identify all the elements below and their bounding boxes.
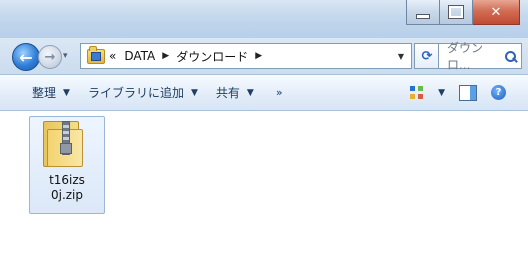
file-name: t16izs 0j.zip bbox=[30, 173, 104, 203]
maximize-button[interactable] bbox=[440, 0, 473, 25]
address-overflow-prefix[interactable]: « bbox=[109, 49, 116, 63]
file-name-line-1: t16izs bbox=[49, 173, 85, 187]
file-item[interactable]: t16izs 0j.zip bbox=[29, 116, 105, 214]
explorer-window: ✕ ← → ▾ « DATA ▶ ダウンロード ▶ ▼ ⟳ ダウンロ... 整理… bbox=[0, 0, 528, 253]
address-bar[interactable]: « DATA ▶ ダウンロード ▶ ▼ bbox=[80, 43, 412, 69]
view-options-dropdown-icon[interactable]: ▼ bbox=[438, 88, 445, 98]
help-icon[interactable]: ? bbox=[491, 85, 506, 100]
command-bar: 整理 ▼ ライブラリに追加 ▼ 共有 ▼ » ▼ ? bbox=[0, 75, 528, 111]
search-placeholder: ダウンロ... bbox=[447, 41, 484, 72]
chevron-down-icon: ▼ bbox=[63, 87, 70, 98]
breadcrumb-downloads[interactable]: ダウンロード bbox=[176, 48, 248, 65]
file-name-line-2: 0j.zip bbox=[50, 188, 84, 202]
refresh-button[interactable]: ⟳ bbox=[414, 43, 440, 69]
preview-pane-icon[interactable] bbox=[459, 84, 477, 101]
refresh-icon: ⟳ bbox=[421, 48, 433, 64]
search-box[interactable]: ダウンロ... bbox=[438, 41, 522, 72]
address-dropdown-icon[interactable]: ▼ bbox=[391, 45, 411, 67]
title-bar: ✕ bbox=[0, 0, 528, 39]
navigation-bar: ← → ▾ « DATA ▶ ダウンロード ▶ ▼ ⟳ ダウンロ... bbox=[0, 38, 528, 75]
breadcrumb-separator-icon[interactable]: ▶ bbox=[162, 51, 169, 61]
folder-icon bbox=[87, 45, 105, 64]
close-icon: ✕ bbox=[490, 4, 502, 20]
organize-label: 整理 bbox=[32, 86, 57, 100]
close-button[interactable]: ✕ bbox=[473, 0, 520, 25]
search-icon[interactable] bbox=[505, 51, 519, 63]
breadcrumb-separator-icon[interactable]: ▶ bbox=[255, 51, 262, 61]
view-options-icon[interactable] bbox=[410, 85, 424, 100]
minimize-icon bbox=[416, 13, 430, 19]
forward-arrow-icon: → bbox=[44, 49, 56, 65]
add-to-library-menu[interactable]: ライブラリに追加 ▼ bbox=[88, 84, 198, 101]
toolbar-right: ▼ ? bbox=[410, 84, 506, 101]
back-button[interactable]: ← bbox=[12, 43, 40, 71]
breadcrumb-data[interactable]: DATA bbox=[124, 49, 155, 63]
minimize-button[interactable] bbox=[406, 0, 440, 25]
more-commands-button[interactable]: » bbox=[276, 86, 283, 99]
back-arrow-icon: ← bbox=[19, 47, 33, 67]
add-to-library-label: ライブラリに追加 bbox=[87, 86, 184, 100]
maximize-icon bbox=[448, 5, 464, 19]
window-controls: ✕ bbox=[406, 0, 520, 30]
chevron-down-icon: ▼ bbox=[190, 87, 198, 98]
share-label: 共有 bbox=[215, 86, 240, 100]
organize-menu[interactable]: 整理 ▼ bbox=[32, 84, 70, 101]
file-list: t16izs 0j.zip bbox=[0, 111, 528, 253]
forward-button[interactable]: → bbox=[38, 45, 62, 69]
history-dropdown-icon[interactable]: ▾ bbox=[63, 51, 68, 61]
zip-folder-icon bbox=[43, 121, 85, 167]
share-menu[interactable]: 共有 ▼ bbox=[216, 84, 254, 101]
chevron-down-icon: ▼ bbox=[246, 87, 254, 98]
